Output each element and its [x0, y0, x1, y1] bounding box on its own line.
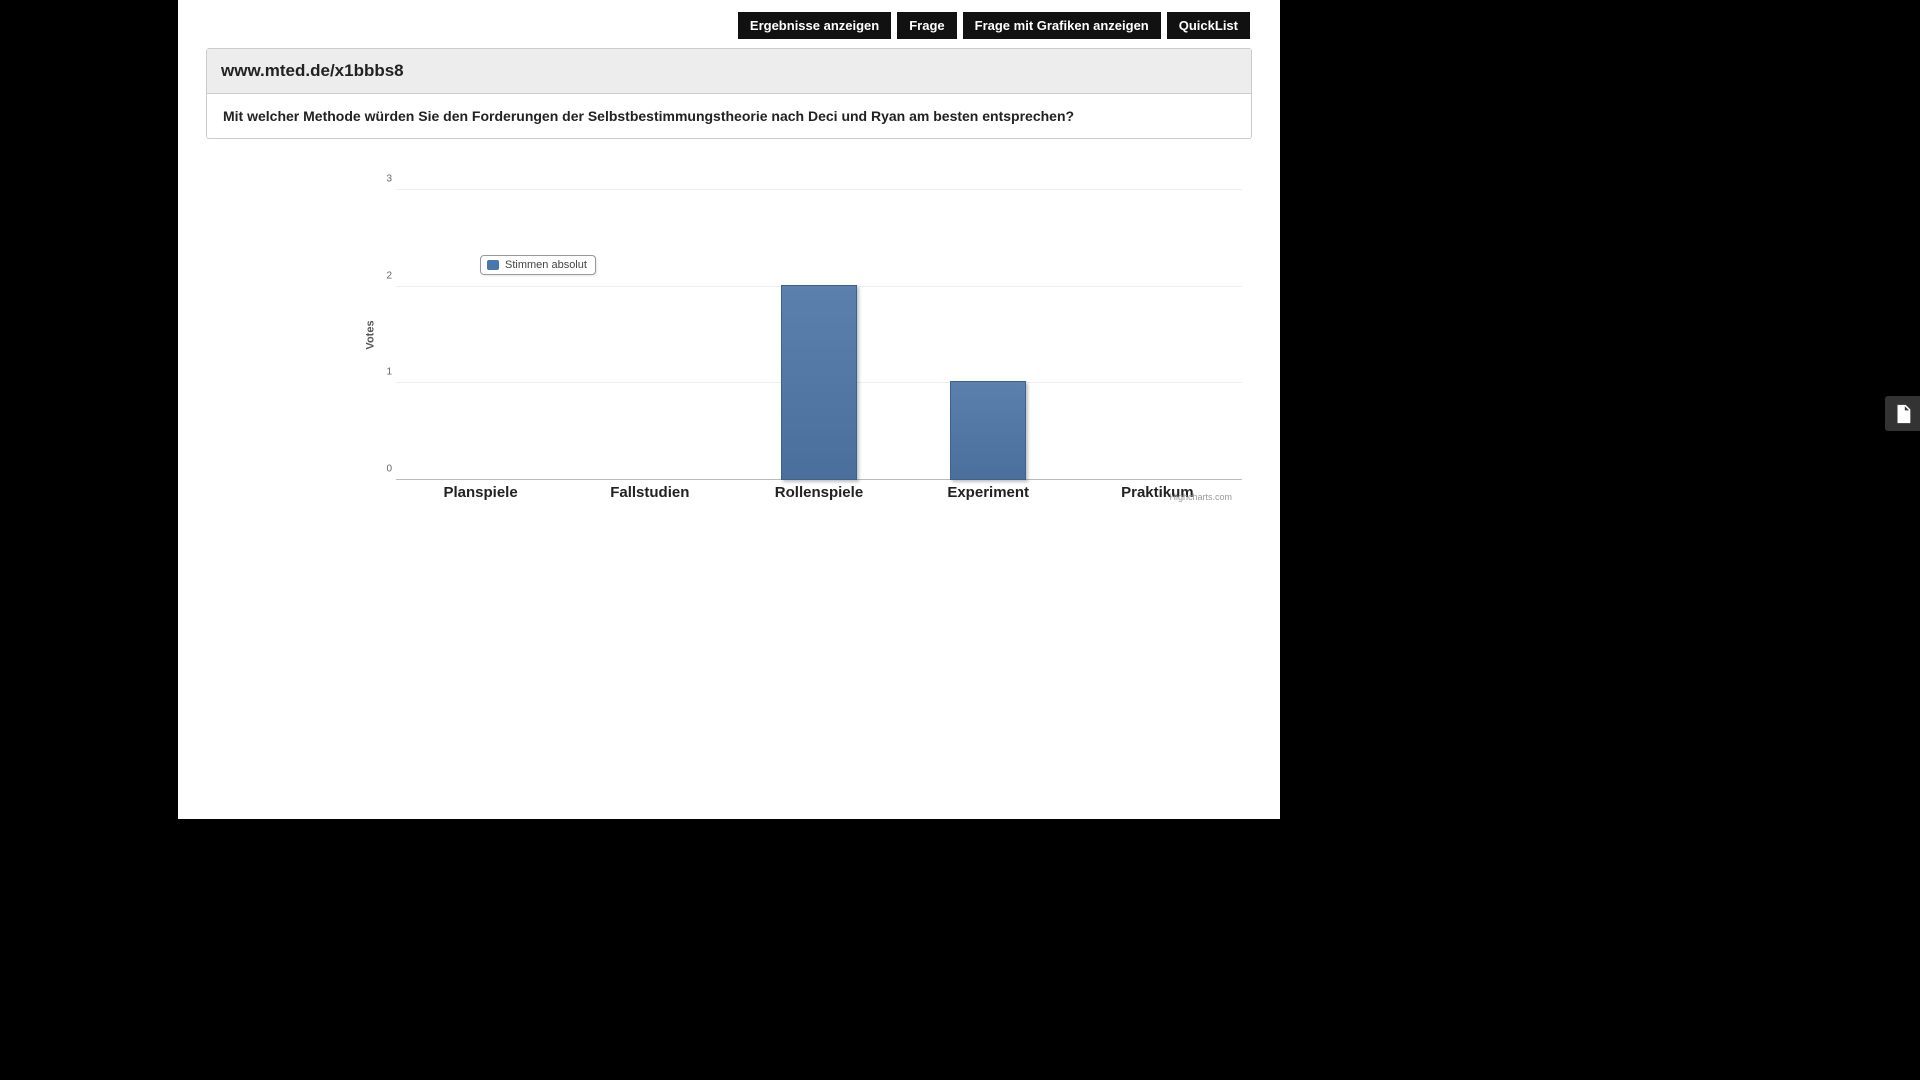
bar-slot: Praktikum [1073, 190, 1242, 480]
bar-slot: Planspiele [396, 190, 565, 480]
show-results-button[interactable]: Ergebnisse anzeigen [738, 12, 891, 39]
category-label: Planspiele [443, 484, 517, 501]
bar-experiment [950, 381, 1026, 480]
toolbar: Ergebnisse anzeigen Frage Frage mit Graf… [738, 12, 1250, 39]
legend-label: Stimmen absolut [505, 259, 587, 271]
bar-slot: Experiment [904, 190, 1073, 480]
side-widget-button[interactable] [1885, 396, 1920, 431]
question-with-graphics-button[interactable]: Frage mit Grafiken anzeigen [963, 12, 1161, 39]
category-label: Experiment [947, 484, 1029, 501]
poll-url: www.mted.de/x1bbbs8 [207, 49, 1251, 94]
question-button[interactable]: Frage [897, 12, 956, 39]
question-text: Mit welcher Methode würden Sie den Forde… [207, 94, 1251, 138]
bar-slot: Fallstudien [565, 190, 734, 480]
category-label: Fallstudien [610, 484, 689, 501]
bar-slot: Rollenspiele [734, 190, 903, 480]
category-label: Rollenspiele [775, 484, 863, 501]
sigma-doc-icon [1892, 403, 1914, 425]
chart-area: Votes 0 1 2 3 Planspiele Fallstudien [206, 170, 1252, 510]
bars-container: Planspiele Fallstudien Rollenspiele Expe… [396, 190, 1242, 480]
y-tick-2: 2 [374, 270, 392, 281]
chart-legend[interactable]: Stimmen absolut [480, 255, 596, 275]
app-container: Ergebnisse anzeigen Frage Frage mit Graf… [178, 0, 1280, 819]
chart-credit: Highcharts.com [1169, 492, 1232, 502]
y-axis-label: Votes [365, 320, 377, 349]
question-panel: www.mted.de/x1bbbs8 Mit welcher Methode … [206, 48, 1252, 139]
quicklist-button[interactable]: QuickList [1167, 12, 1250, 39]
bar-rollenspiele [781, 285, 857, 480]
legend-swatch-icon [487, 260, 499, 270]
y-tick-0: 0 [374, 464, 392, 475]
y-tick-3: 3 [374, 174, 392, 185]
y-tick-1: 1 [374, 367, 392, 378]
chart-plot: Votes 0 1 2 3 Planspiele Fallstudien [396, 190, 1242, 480]
